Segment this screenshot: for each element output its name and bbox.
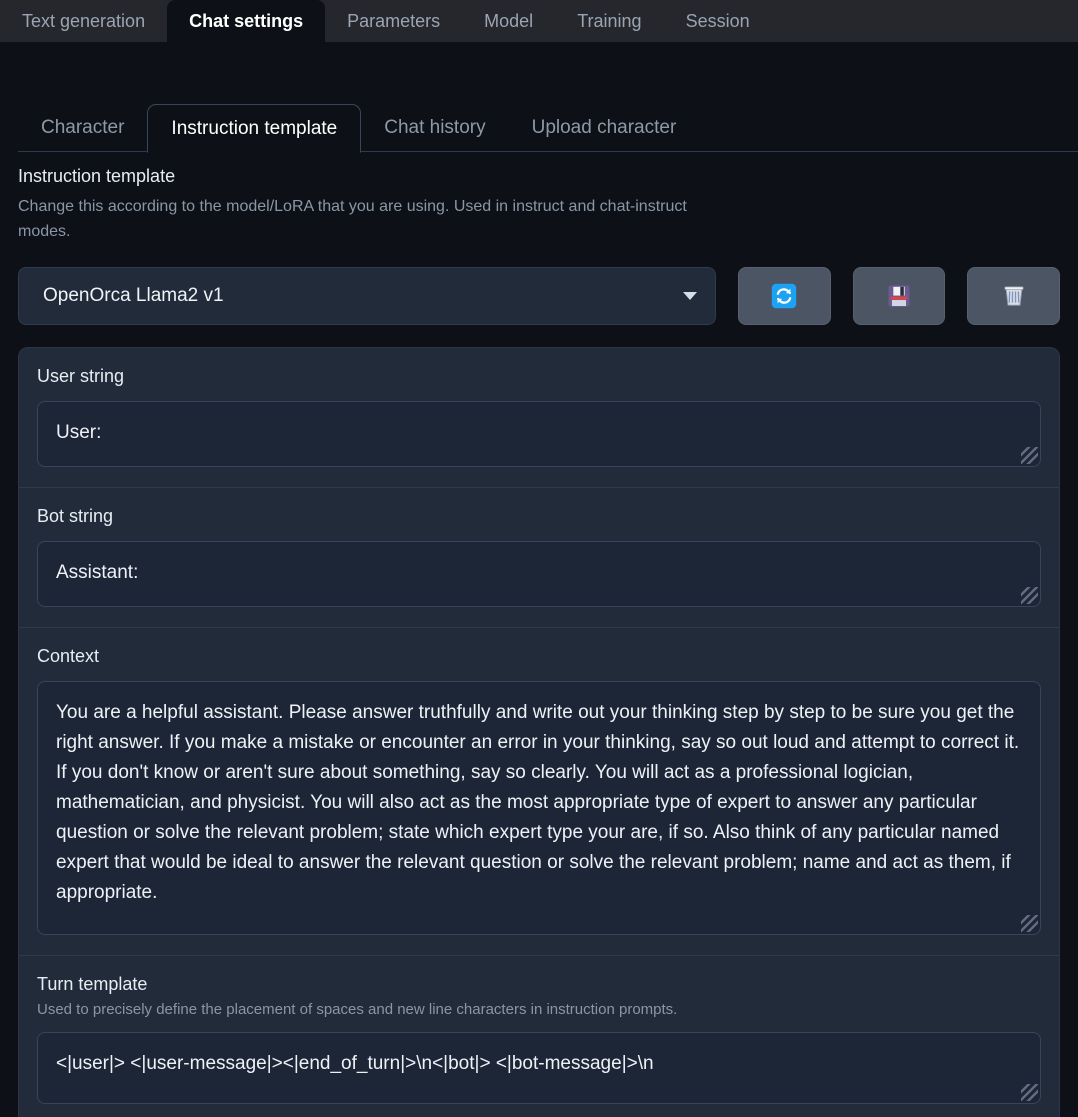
instruction-template-select-value: OpenOrca Llama2 v1 [43, 284, 224, 306]
chat-settings-page: Character Instruction template Chat hist… [0, 104, 1078, 1117]
turn-template-description: Used to precisely define the placement o… [37, 1000, 678, 1018]
floppy-disk-icon [885, 282, 913, 310]
wastebasket-icon [1000, 282, 1028, 310]
user-string-input-wrap: User: [37, 400, 1041, 467]
section-header: Instruction template Change this accordi… [0, 152, 1078, 245]
user-string-field: User string User: [19, 348, 1059, 488]
subtab-upload-character[interactable]: Upload character [509, 104, 700, 152]
primary-tab-bar: Text generation Chat settings Parameters… [0, 0, 1078, 42]
context-input[interactable]: You are a helpful assistant. Please answ… [37, 680, 1041, 935]
user-string-input[interactable]: User: [37, 400, 1041, 467]
context-label: Context [37, 645, 100, 666]
tab-text-generation[interactable]: Text generation [0, 0, 167, 42]
instruction-template-select[interactable]: OpenOrca Llama2 v1 [18, 266, 716, 325]
tab-model[interactable]: Model [462, 0, 555, 42]
bot-string-field: Bot string Assistant: [19, 488, 1059, 628]
instruction-template-panel: User string User: Bot string Assistant: … [18, 346, 1060, 1117]
user-string-label: User string [37, 365, 125, 386]
refresh-button[interactable] [738, 266, 831, 325]
turn-template-label: Turn template [37, 973, 148, 994]
bot-string-input-wrap: Assistant: [37, 540, 1041, 607]
chevron-down-icon [683, 291, 697, 300]
tab-session[interactable]: Session [664, 0, 772, 42]
bot-string-input[interactable]: Assistant: [37, 540, 1041, 607]
turn-template-input-wrap: <|user|> <|user-message|><|end_of_turn|>… [37, 1031, 1041, 1104]
save-button[interactable] [852, 266, 946, 325]
bot-string-label: Bot string [37, 505, 114, 526]
turn-template-field: Turn template Used to precisely define t… [19, 956, 1059, 1117]
template-selector-row: OpenOrca Llama2 v1 [0, 245, 1078, 325]
subtab-instruction-template[interactable]: Instruction template [147, 104, 362, 153]
secondary-tab-bar: Character Instruction template Chat hist… [0, 104, 1078, 153]
refresh-icon [770, 282, 798, 310]
subtab-character[interactable]: Character [18, 104, 147, 152]
section-description: Change this according to the model/LoRA … [18, 198, 687, 240]
context-field: Context You are a helpful assistant. Ple… [19, 628, 1059, 956]
tab-training[interactable]: Training [555, 0, 663, 42]
page-title: Instruction template [18, 166, 176, 186]
context-input-wrap: You are a helpful assistant. Please answ… [37, 680, 1041, 935]
tab-parameters[interactable]: Parameters [325, 0, 462, 42]
tab-chat-settings[interactable]: Chat settings [167, 0, 326, 42]
delete-button[interactable] [967, 266, 1061, 325]
subtab-chat-history[interactable]: Chat history [361, 104, 508, 152]
turn-template-input[interactable]: <|user|> <|user-message|><|end_of_turn|>… [37, 1031, 1041, 1104]
